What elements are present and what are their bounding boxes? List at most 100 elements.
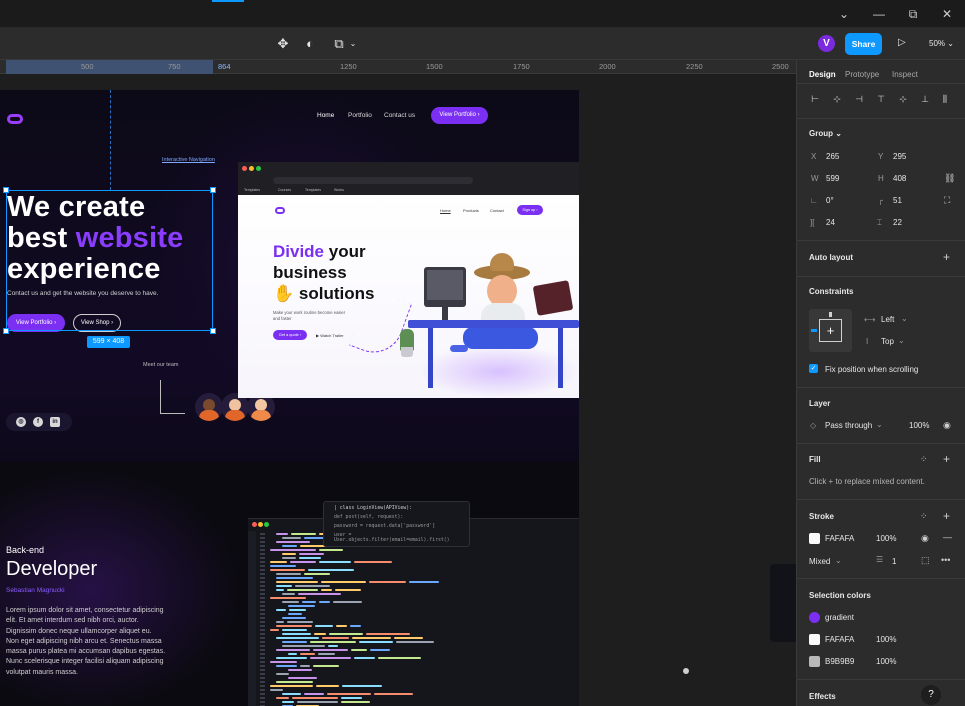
code-token: [276, 621, 284, 623]
group-section-title[interactable]: Group ⌄: [809, 129, 842, 138]
align-bottom-icon[interactable]: ⊥: [919, 93, 931, 105]
add-fill-icon[interactable]: +: [943, 452, 950, 466]
w-input[interactable]: 599: [826, 174, 839, 183]
align-top-icon[interactable]: ⊤: [875, 93, 887, 105]
view-portfolio-nav-button[interactable]: View Portfolio ›: [431, 107, 488, 124]
zoom-level[interactable]: 50% ⌄: [929, 39, 954, 48]
constraint-widget[interactable]: +: [809, 309, 852, 352]
offscreen-frame[interactable]: [770, 564, 796, 642]
fill-title: Fill: [809, 455, 821, 464]
selection-color-opacity[interactable]: 100%: [876, 635, 896, 644]
canvas[interactable]: Home Portfolio Contact us View Portfolio…: [0, 74, 796, 706]
avatar[interactable]: V: [818, 35, 835, 52]
remove-icon[interactable]: —: [943, 532, 952, 542]
styles-icon[interactable]: ⁘: [920, 511, 928, 522]
stroke-sides-icon[interactable]: ⬚: [921, 555, 930, 566]
resize-handle[interactable]: [210, 328, 216, 334]
linkedin-icon[interactable]: in: [50, 417, 60, 427]
share-button[interactable]: Share: [845, 33, 882, 55]
facebook-icon[interactable]: f: [33, 417, 43, 427]
gradient-swatch[interactable]: [809, 612, 820, 623]
eye-icon[interactable]: ◉: [943, 420, 951, 431]
code-token: [288, 677, 317, 679]
close-dot: [252, 522, 257, 527]
interactive-navigation-link[interactable]: Interactive Navigation: [162, 157, 215, 163]
line-number: [260, 649, 265, 651]
backend-label: Back-end: [6, 545, 45, 555]
rotation-input[interactable]: 0°: [826, 196, 834, 205]
color-swatch[interactable]: [809, 634, 820, 645]
line-number: [260, 553, 265, 555]
horizontal-padding-input[interactable]: 24: [826, 218, 835, 227]
resize-handle[interactable]: [3, 328, 9, 334]
align-center-v-icon[interactable]: ⊹: [897, 93, 909, 105]
blend-mode-select[interactable]: Pass through: [825, 421, 872, 430]
stroke-position-select[interactable]: Mixed: [809, 557, 830, 566]
contrast-icon[interactable]: ◐: [302, 36, 318, 52]
stroke-color-hex[interactable]: FAFAFA: [825, 534, 854, 543]
developer-name: Sebastian Magnucki: [6, 587, 65, 594]
align-right-icon[interactable]: ⊣: [853, 93, 865, 105]
team-avatar[interactable]: [195, 393, 223, 421]
stroke-weight-input[interactable]: 1: [892, 557, 896, 566]
layer-title: Layer: [809, 399, 831, 408]
signup-button: Sign up ›: [517, 205, 543, 215]
nav-portfolio[interactable]: Portfolio: [348, 112, 372, 119]
selection-color-name[interactable]: B9B9B9: [825, 657, 854, 666]
nav-contact[interactable]: Contact us: [384, 112, 415, 119]
add-auto-layout-icon[interactable]: +: [943, 250, 950, 264]
stroke-color-swatch[interactable]: [809, 533, 820, 544]
line-number: [260, 653, 265, 655]
chevron-down-icon[interactable]: ⌄: [345, 36, 361, 52]
fix-position-checkbox[interactable]: ✓: [809, 364, 818, 373]
restore-icon[interactable]: ⧉: [905, 6, 921, 22]
minimize-icon[interactable]: —: [871, 6, 887, 22]
site-headline-1b: your: [324, 242, 366, 261]
corner-radius-input[interactable]: 51: [893, 196, 902, 205]
selection-color-name[interactable]: gradient: [825, 613, 854, 622]
vertical-constraint-select[interactable]: Top: [881, 337, 894, 346]
left-constraint[interactable]: [811, 329, 817, 332]
h-input[interactable]: 408: [893, 174, 906, 183]
distribute-icon[interactable]: ⫼: [939, 93, 951, 105]
landing-frame[interactable]: Home Portfolio Contact us View Portfolio…: [0, 90, 579, 706]
selection-color-opacity[interactable]: 100%: [876, 657, 896, 666]
browser-mockup[interactable]: Templates Courses Templates Works Home P…: [238, 162, 579, 398]
corner-radius-icon: ╭: [878, 196, 883, 205]
layer-opacity-input[interactable]: 100%: [909, 421, 929, 430]
independent-corners-icon[interactable]: ⛶: [944, 195, 950, 206]
stroke-opacity[interactable]: 100%: [876, 534, 896, 543]
horizontal-constraint-select[interactable]: Left: [881, 315, 894, 324]
close-icon[interactable]: ✕: [939, 6, 955, 22]
nav-home[interactable]: Home: [317, 112, 334, 119]
component-icon[interactable]: ✥: [275, 36, 291, 52]
constrain-proportions-icon[interactable]: ⛓: [944, 173, 955, 184]
selection-box[interactable]: [3, 187, 216, 334]
selection-color-name[interactable]: FAFAFA: [825, 635, 854, 644]
align-left-icon[interactable]: ⊢: [809, 93, 821, 105]
tab-prototype[interactable]: Prototype: [845, 70, 879, 79]
styles-icon[interactable]: ⁘: [920, 454, 928, 465]
github-icon[interactable]: ◎: [16, 417, 26, 427]
rotation-icon: ∟: [810, 196, 818, 205]
comment-pin-icon[interactable]: [683, 668, 689, 674]
tab-design[interactable]: Design: [809, 70, 836, 79]
tab-inspect[interactable]: Inspect: [892, 70, 918, 79]
color-swatch[interactable]: [809, 656, 820, 667]
resize-handle[interactable]: [210, 187, 216, 193]
vertical-padding-input[interactable]: 22: [893, 218, 902, 227]
code-token: [308, 569, 354, 571]
resize-handle[interactable]: [3, 187, 9, 193]
align-center-h-icon[interactable]: ⊹: [831, 93, 843, 105]
y-input[interactable]: 295: [893, 152, 906, 161]
code-token: [328, 645, 338, 647]
x-input[interactable]: 265: [826, 152, 839, 161]
eye-icon[interactable]: ◉: [921, 533, 929, 544]
chevron-down-icon[interactable]: ⌄: [836, 6, 852, 22]
play-icon[interactable]: ▷: [898, 37, 906, 48]
add-stroke-icon[interactable]: +: [943, 509, 950, 523]
more-icon[interactable]: •••: [941, 555, 950, 565]
help-icon[interactable]: ?: [921, 685, 941, 705]
site-nav-products: Products: [463, 208, 479, 213]
top-constraint[interactable]: [829, 312, 832, 317]
